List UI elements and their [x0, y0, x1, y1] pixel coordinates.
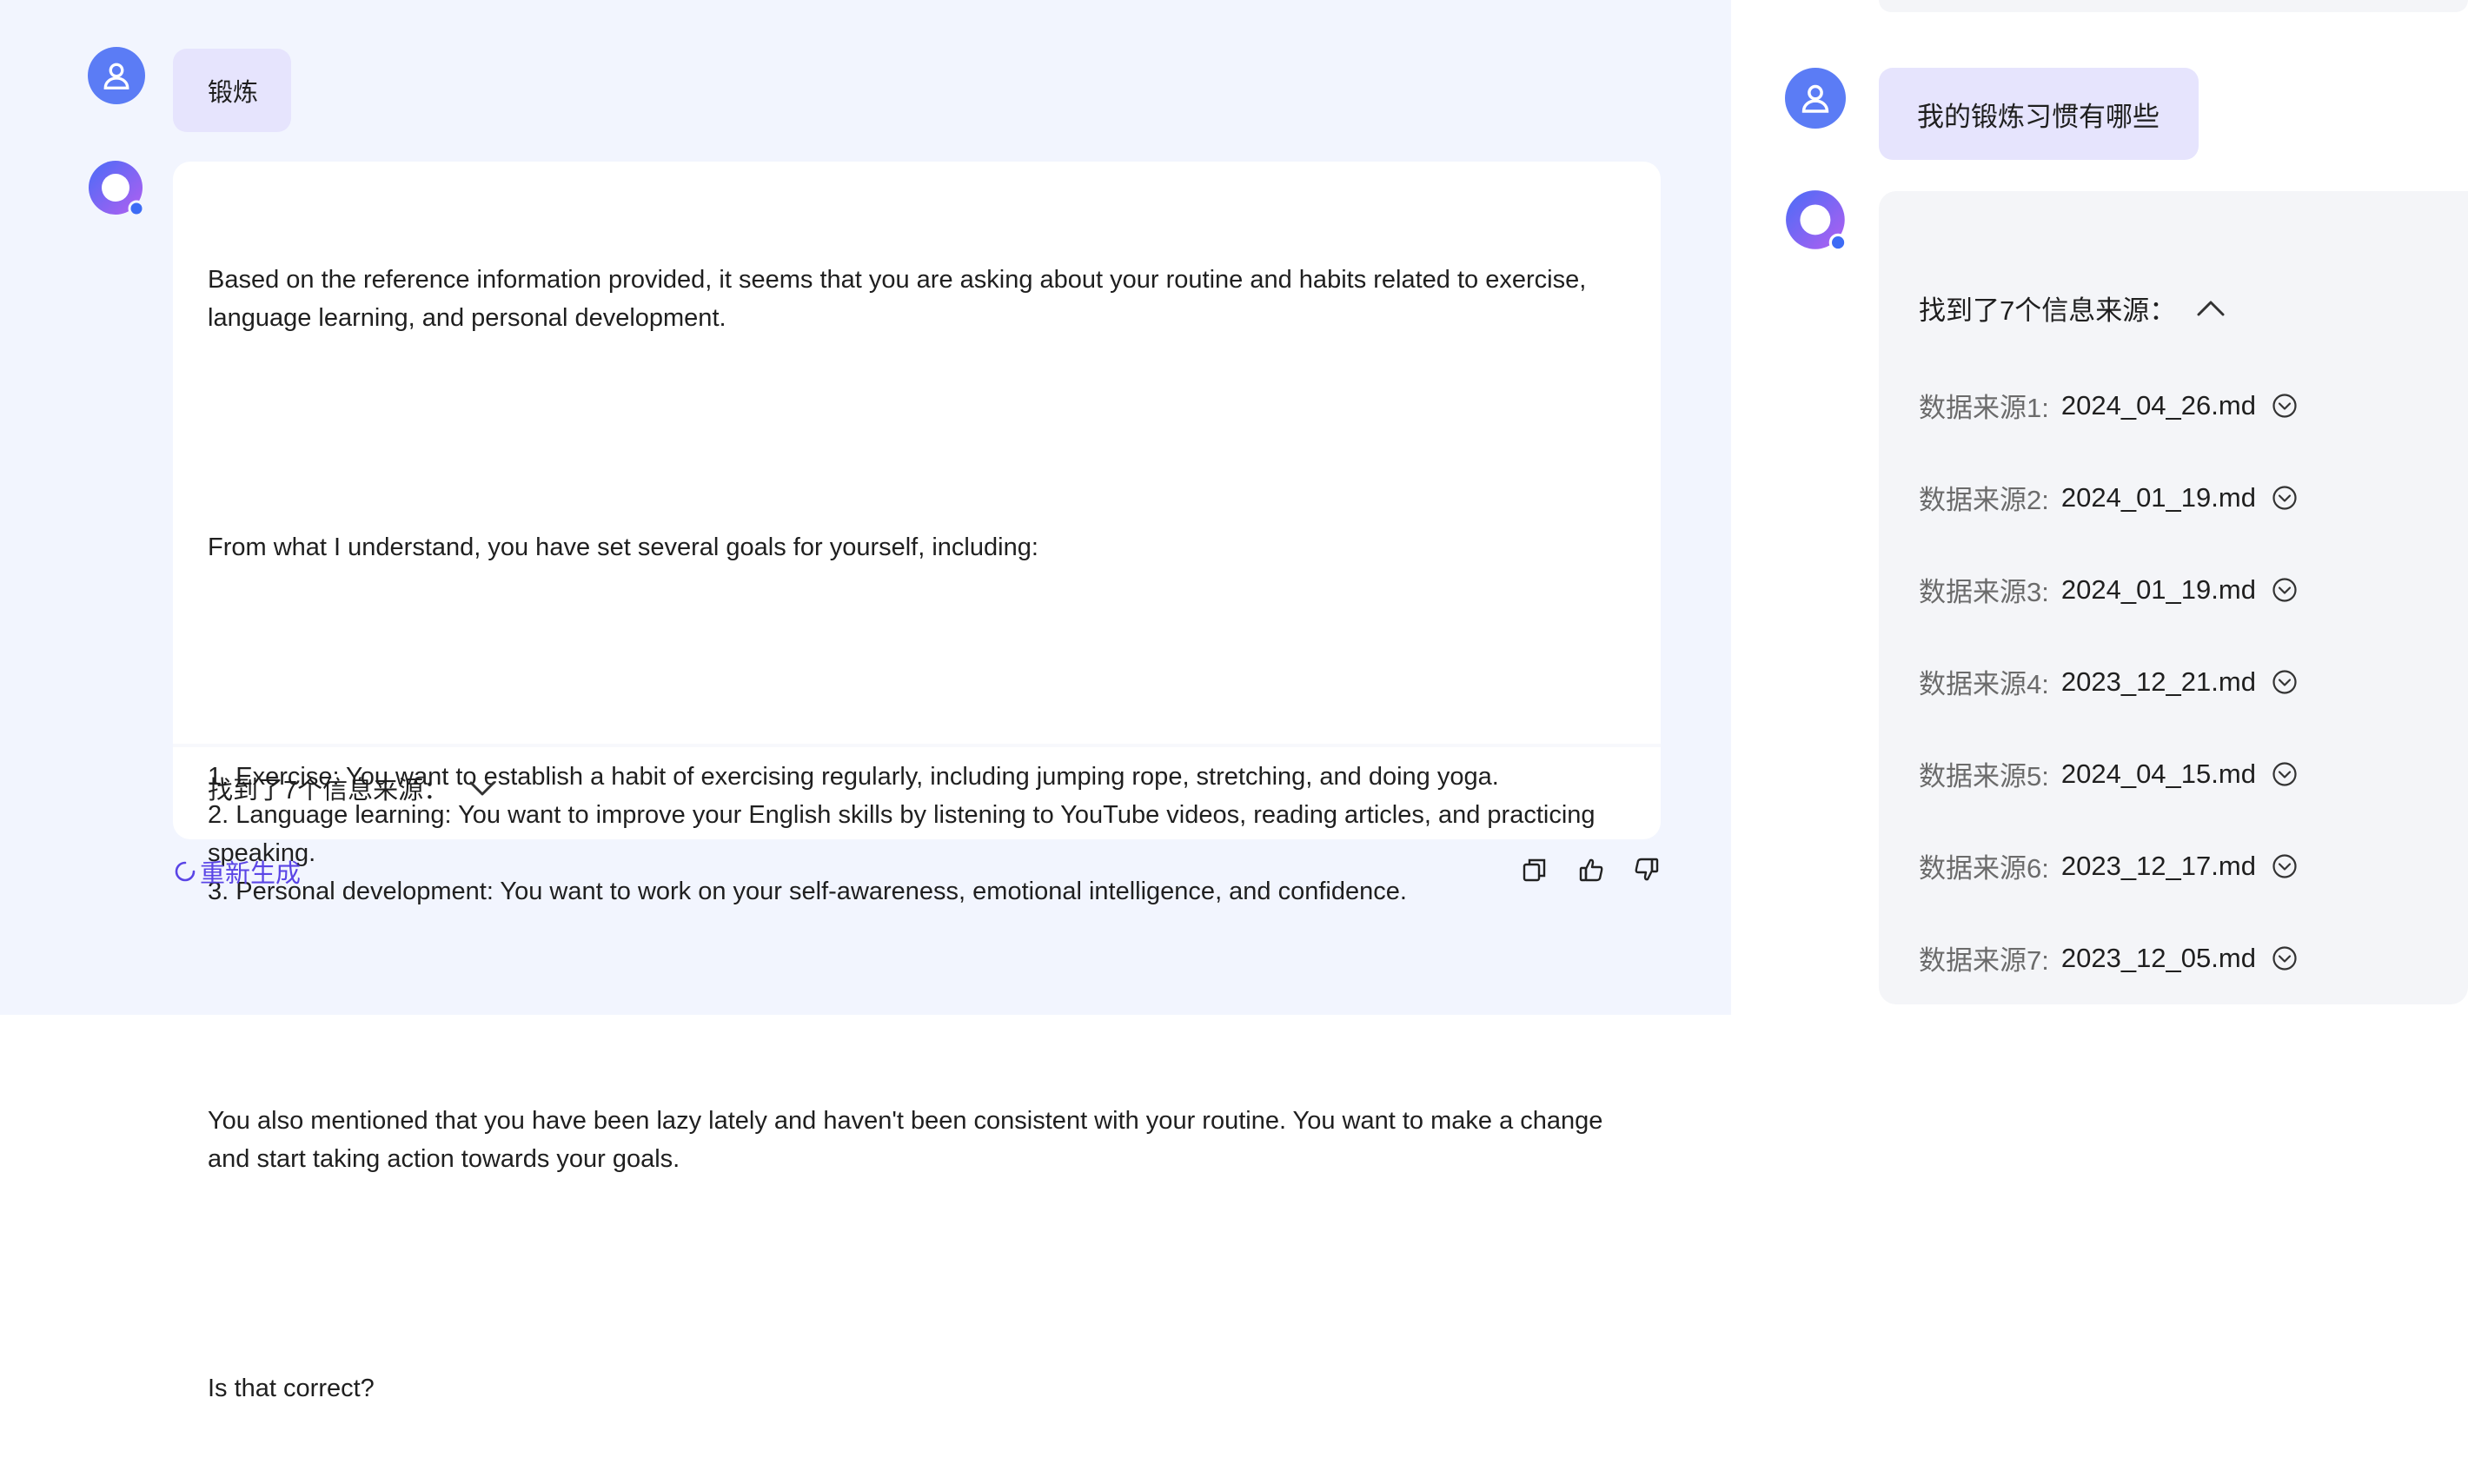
- sources-toggle-label: 找到了7个信息来源：: [1919, 295, 2177, 326]
- chevron-down-icon: [469, 781, 495, 796]
- source-file-name: 2023_12_21.md: [2060, 666, 2256, 697]
- source-file-name: 2023_12_05.md: [2060, 942, 2256, 973]
- user-message-text: 我的锻炼习惯有哪些: [1917, 101, 2160, 132]
- source-item-5[interactable]: 数据来源5: 2024_04_15.md: [1919, 754, 2298, 793]
- source-file-name: 2024_01_19.md: [2060, 573, 2256, 605]
- source-file-name: 2023_12_17.md: [2060, 850, 2256, 881]
- user-message-bubble: 锻炼: [173, 49, 291, 132]
- refresh-icon: [175, 861, 196, 882]
- source-item-2[interactable]: 数据来源2: 2024_01_19.md: [1919, 478, 2298, 517]
- source-label: 数据来源7:: [1919, 945, 2049, 976]
- chevron-down-circle-icon: [2272, 485, 2297, 510]
- answer-paragraph: From what I understand, you have set sev…: [208, 533, 1038, 561]
- user-avatar: [1785, 68, 1846, 129]
- source-item-7[interactable]: 数据来源7: 2023_12_05.md: [1919, 938, 2298, 977]
- chevron-up-icon: [2197, 301, 2225, 315]
- source-label: 数据来源3:: [1919, 577, 2049, 607]
- regenerate-label: 重新生成: [200, 860, 302, 888]
- source-label: 数据来源1:: [1919, 393, 2049, 423]
- previous-message-edge: [1879, 0, 2468, 12]
- answer-paragraph: Based on the reference information provi…: [208, 266, 1587, 332]
- user-icon: [103, 63, 129, 89]
- assistant-avatar: [1786, 190, 1848, 252]
- user-message-text: 锻炼: [208, 79, 259, 107]
- user-message-bubble: 我的锻炼习惯有哪些: [1879, 68, 2199, 160]
- expand-source-icon[interactable]: [2272, 669, 2298, 695]
- sources-toggle[interactable]: 找到了7个信息来源：: [1919, 288, 2226, 328]
- sources-toggle-label: 找到了7个信息来源：: [208, 777, 449, 805]
- answer-paragraph: You also mentioned that you have been la…: [208, 1107, 1603, 1173]
- answer-paragraph: Is that correct?: [208, 1375, 375, 1402]
- expand-source-icon[interactable]: [2272, 485, 2298, 511]
- source-label: 数据来源2:: [1919, 485, 2049, 515]
- assistant-avatar: [89, 161, 145, 217]
- source-item-6[interactable]: 数据来源6: 2023_12_17.md: [1919, 846, 2298, 885]
- expand-source-icon[interactable]: [2272, 761, 2298, 787]
- expand-source-icon[interactable]: [2272, 577, 2298, 603]
- source-label: 数据来源5:: [1919, 761, 2049, 792]
- expand-source-icon[interactable]: [2272, 393, 2298, 419]
- copy-icon: [1523, 858, 1546, 882]
- chevron-down-circle-icon: [2272, 853, 2297, 878]
- expand-source-icon[interactable]: [2272, 853, 2298, 879]
- source-label: 数据来源4:: [1919, 669, 2049, 699]
- copy-button[interactable]: [1520, 855, 1549, 884]
- source-label: 数据来源6:: [1919, 853, 2049, 884]
- chevron-down-circle-icon: [2272, 393, 2297, 418]
- answer-divider: [173, 744, 1661, 747]
- thumbs-down-icon: [1635, 858, 1659, 881]
- source-item-4[interactable]: 数据来源4: 2023_12_21.md: [1919, 662, 2298, 701]
- regenerate-button[interactable]: 重新生成: [174, 853, 301, 890]
- like-button[interactable]: [1576, 855, 1606, 884]
- source-file-name: 2024_04_15.md: [2060, 758, 2256, 789]
- chat-panel-left: 锻炼 Based on the reference information pr…: [0, 0, 1731, 1402]
- expand-source-icon[interactable]: [2272, 945, 2298, 971]
- chevron-down-circle-icon: [2272, 945, 2297, 971]
- sources-toggle[interactable]: 找到了7个信息来源：: [208, 770, 497, 806]
- assistant-answer-card: Based on the reference information provi…: [173, 162, 1661, 1402]
- user-icon: [1801, 84, 1829, 113]
- chevron-down-circle-icon: [2272, 761, 2297, 786]
- source-item-3[interactable]: 数据来源3: 2024_01_19.md: [1919, 570, 2298, 609]
- source-item-1[interactable]: 数据来源1: 2024_04_26.md: [1919, 386, 2298, 425]
- assistant-answer-text: Based on the reference information provi…: [208, 184, 1633, 1484]
- source-file-name: 2024_01_19.md: [2060, 481, 2256, 513]
- dislike-button[interactable]: [1632, 855, 1662, 884]
- chevron-down-circle-icon: [2272, 669, 2297, 694]
- source-file-name: 2024_04_26.md: [2060, 389, 2256, 421]
- user-avatar: [88, 47, 145, 104]
- thumbs-up-icon: [1579, 858, 1603, 882]
- chevron-down-circle-icon: [2272, 577, 2297, 602]
